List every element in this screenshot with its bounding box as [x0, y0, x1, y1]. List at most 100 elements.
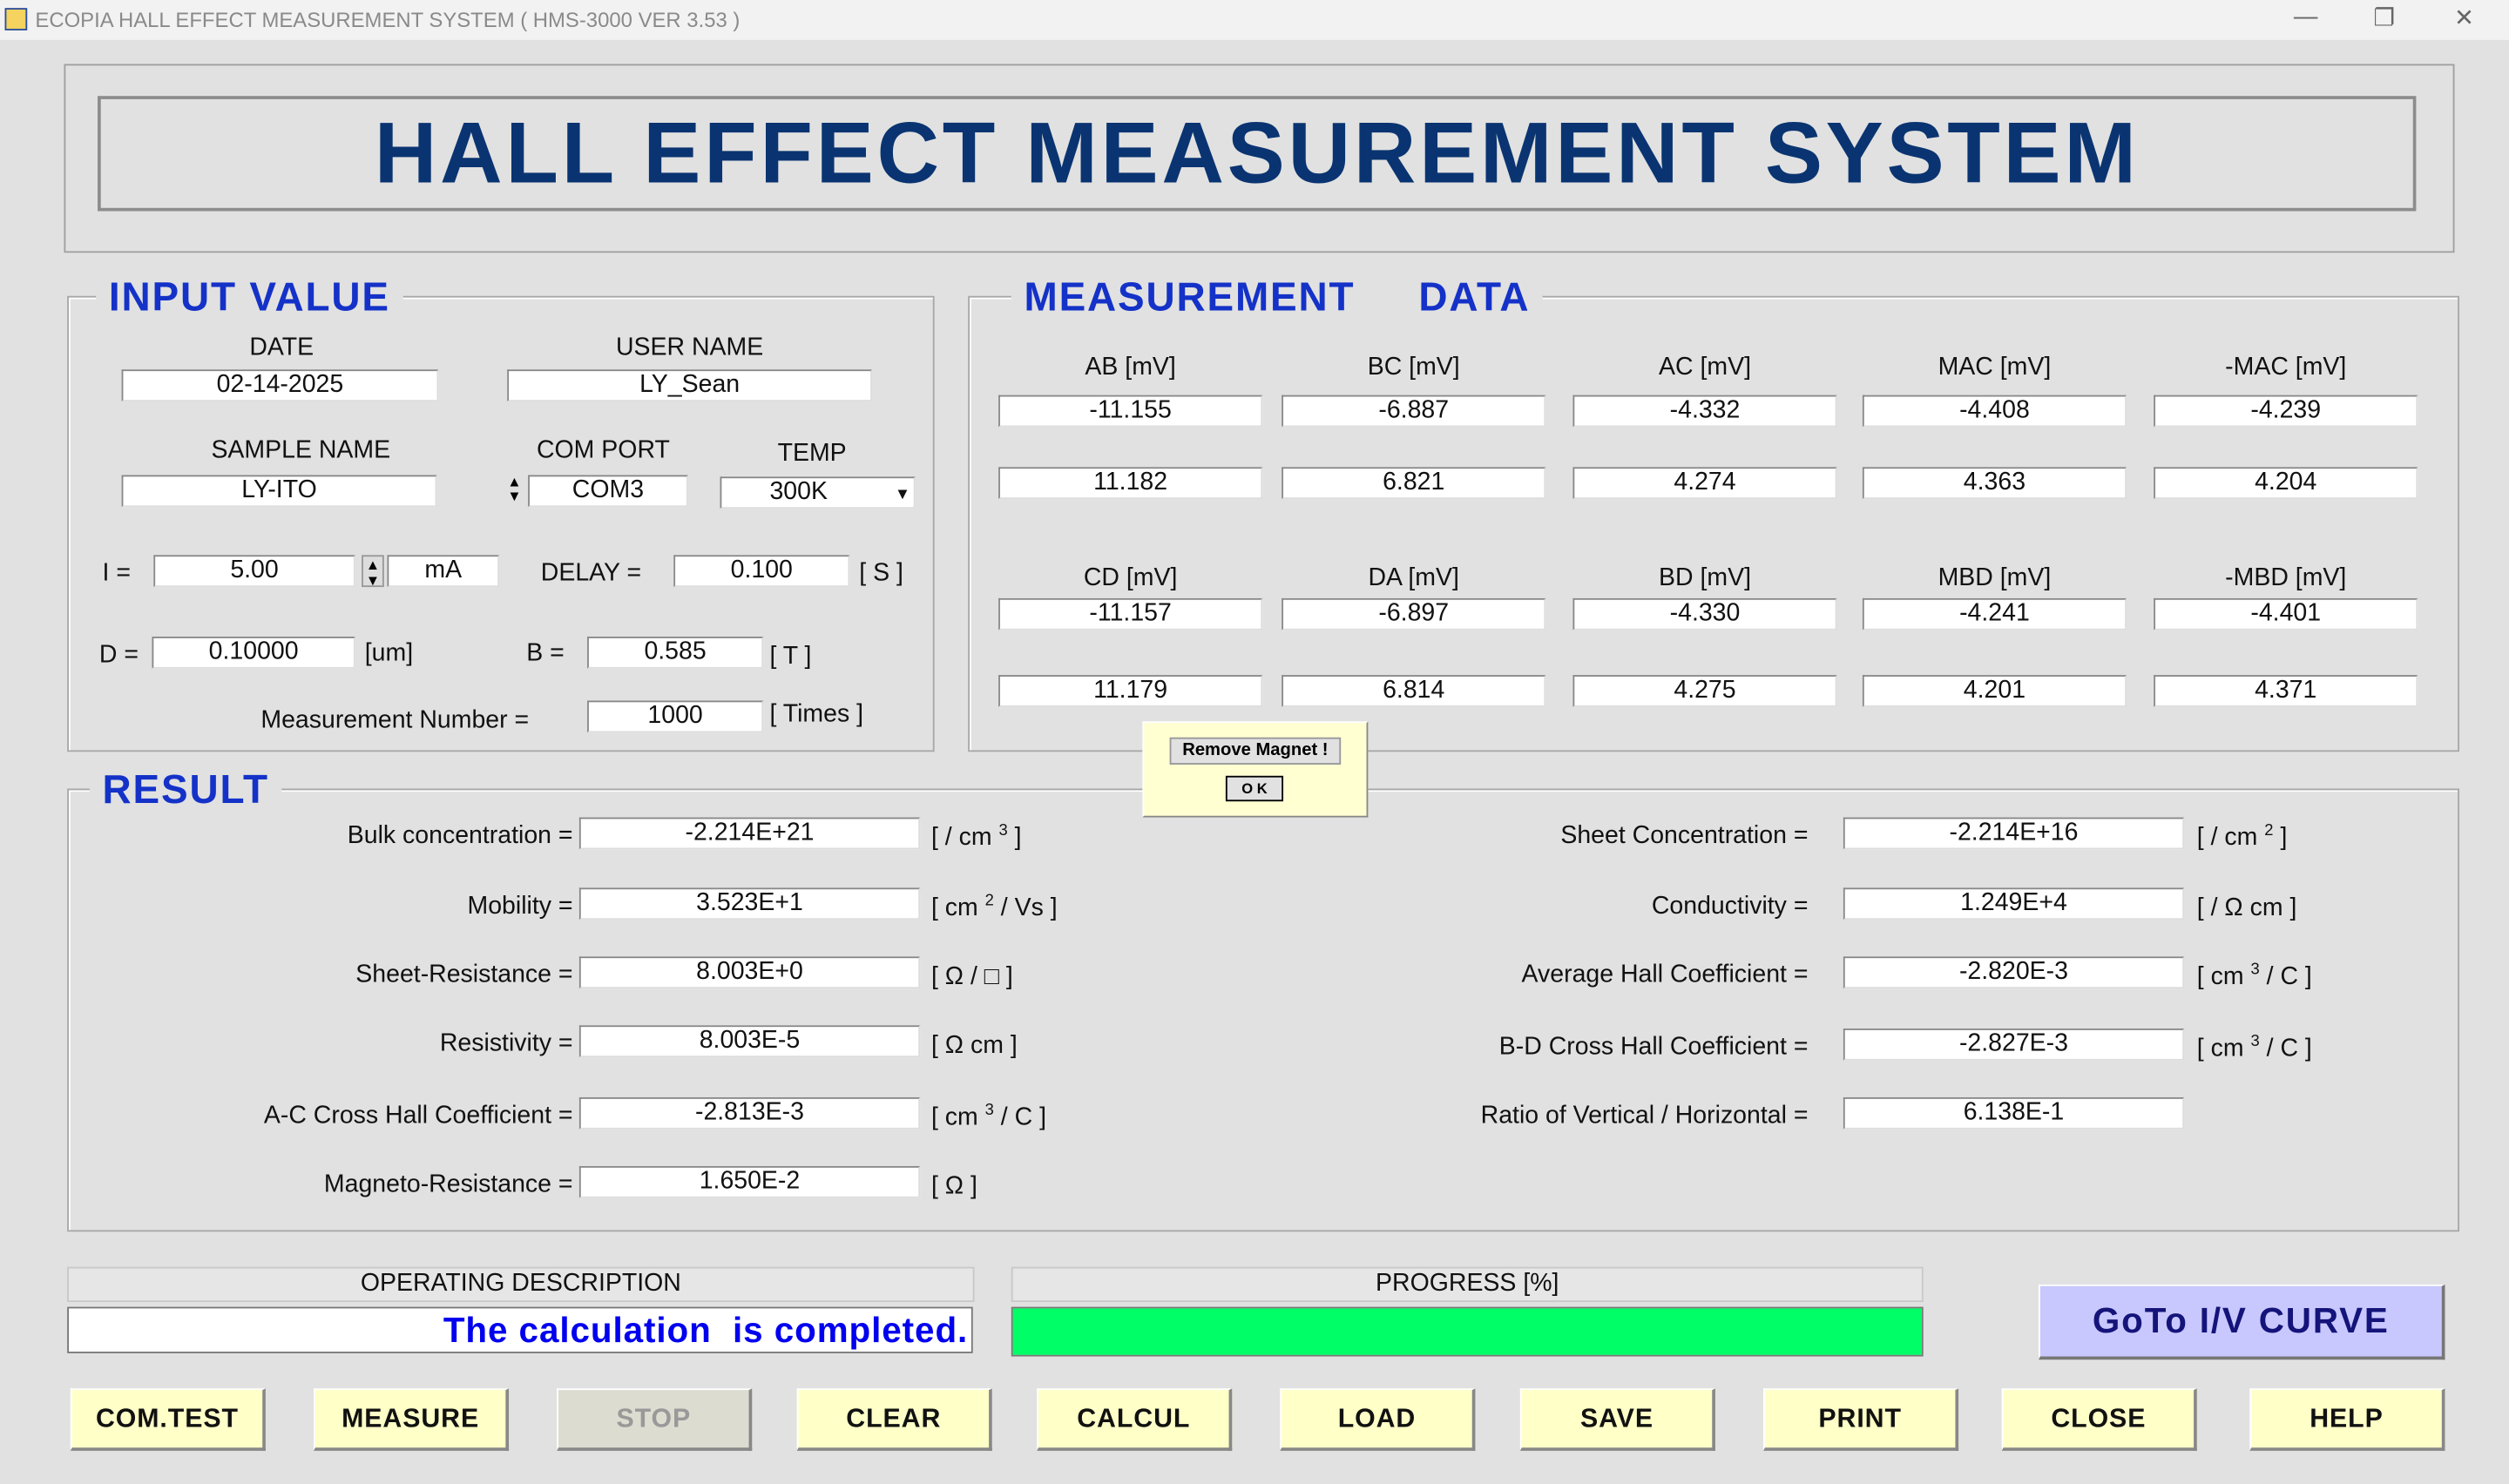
unit-text: [ / cm [930, 824, 992, 852]
stop-button: STOP [557, 1388, 753, 1451]
measurement-value: 11.179 [998, 675, 1263, 707]
user-name-field[interactable]: LY_Sean [507, 369, 873, 402]
com-test-button[interactable]: COM.TEST [70, 1388, 266, 1451]
measurement-value: 4.275 [1572, 675, 1837, 707]
unit-text: [ cm [930, 894, 978, 922]
measurement-header: BD [mV] [1658, 564, 1751, 592]
measurement-header: -MBD [mV] [2225, 564, 2347, 592]
measurement-value: 4.201 [1862, 675, 2127, 707]
dropdown-arrow-icon[interactable]: ▼ [895, 482, 910, 510]
unit-text: [ / cm [2196, 824, 2258, 852]
result-value: -2.820E-3 [1843, 956, 2185, 989]
delay-label: DELAY = [540, 559, 642, 588]
result-label: Sheet Concentration = [1560, 822, 1809, 850]
measurement-value: 11.182 [998, 467, 1263, 500]
result-title: RESULT [89, 767, 282, 814]
measurement-header: BC [mV] [1367, 353, 1460, 381]
unit-text: [ Ω ] [930, 1172, 977, 1200]
print-button[interactable]: PRINT [1763, 1388, 1959, 1451]
unit-exponent: 3 [2250, 1033, 2260, 1051]
close-button[interactable]: CLOSE [2001, 1388, 2197, 1451]
restore-button[interactable]: ❐ [2352, 3, 2416, 36]
operating-description-text: The calculation is completed. [67, 1306, 973, 1353]
unit-text: [ Ω / □ ] [930, 962, 1013, 991]
measurement-value: -6.887 [1282, 395, 1546, 428]
unit-text: [ Ω cm ] [930, 1031, 1018, 1060]
sample-name-label: SAMPLE NAME [211, 436, 391, 464]
result-value: -2.827E-3 [1843, 1028, 2185, 1061]
result-unit: [ cm 3 / C ] [2197, 1034, 2312, 1064]
window-title: ECOPIA HALL EFFECT MEASUREMENT SYSTEM ( … [35, 8, 741, 32]
clear-button[interactable]: CLEAR [796, 1388, 992, 1451]
measurement-number-field[interactable]: 1000 [587, 700, 764, 733]
result-unit: [ cm 3 / C ] [931, 1102, 1046, 1132]
result-label: Mobility = [467, 892, 573, 921]
result-value: 8.003E-5 [578, 1025, 921, 1058]
result-unit: [ cm 3 / C ] [2197, 961, 2312, 992]
measurement-number-unit: [ Times ] [769, 700, 864, 728]
result-label: Bulk concentration = [347, 822, 573, 850]
current-label: I = [102, 559, 132, 588]
magnetic-field-unit: [ T ] [769, 643, 812, 671]
com-port-label: COM PORT [536, 436, 670, 464]
measurement-value: 4.363 [1862, 467, 2127, 500]
unit-text-2: / C ] [2266, 1035, 2312, 1062]
unit-text-2: / C ] [1000, 1103, 1047, 1131]
measurement-header: AC [mV] [1658, 353, 1751, 381]
unit-exponent: 2 [984, 892, 994, 911]
temp-select[interactable]: 300K ▼ [720, 476, 916, 509]
measurement-value: -4.408 [1862, 395, 2127, 428]
temp-value: 300K [769, 478, 828, 506]
com-port-spinner-icon[interactable]: ▲ ▼ [504, 475, 525, 507]
result-label: B-D Cross Hall Coefficient = [1498, 1033, 1809, 1061]
calcul-button[interactable]: CALCUL [1037, 1388, 1233, 1451]
delay-field[interactable]: 0.100 [673, 555, 850, 588]
load-button[interactable]: LOAD [1280, 1388, 1476, 1451]
com-port-field[interactable]: COM3 [528, 475, 688, 508]
measurement-value: 4.371 [2154, 675, 2418, 707]
progress-bar [1011, 1306, 1924, 1357]
current-field[interactable]: 5.00 [153, 555, 355, 588]
dialog-message: Remove Magnet ! [1169, 737, 1342, 765]
date-field[interactable]: 02-14-2025 [121, 369, 439, 402]
goto-iv-curve-button[interactable]: GoTo I/V CURVE [2038, 1284, 2445, 1360]
close-window-button[interactable]: ✕ [2432, 3, 2496, 36]
measure-button[interactable]: MEASURE [313, 1388, 510, 1451]
minimize-button[interactable]: — [2274, 3, 2337, 36]
unit-text: [ cm [930, 1103, 978, 1131]
progress-fill [1012, 1308, 1922, 1355]
measurement-number-label: Measurement Number = [260, 706, 530, 735]
date-label: DATE [249, 334, 314, 362]
result-label: Magneto-Resistance = [323, 1170, 573, 1198]
current-spinner-icon[interactable]: ▲ ▼ [362, 555, 384, 589]
help-button[interactable]: HELP [2249, 1388, 2445, 1451]
remove-magnet-dialog: Remove Magnet ! O K [1142, 721, 1369, 818]
current-unit: mA [387, 555, 500, 588]
measurement-value: 6.814 [1282, 675, 1546, 707]
measurement-header: CD [mV] [1083, 564, 1178, 592]
operating-description-header: OPERATING DESCRIPTION [67, 1266, 975, 1303]
result-unit: [ cm 2 / Vs ] [931, 893, 1058, 923]
measurement-header: -MAC [mV] [2225, 353, 2347, 381]
save-button[interactable]: SAVE [1519, 1388, 1715, 1451]
result-value: 6.138E-1 [1843, 1096, 2185, 1130]
measurement-value: -11.157 [998, 597, 1263, 631]
magnetic-field-field[interactable]: 0.585 [587, 637, 764, 669]
result-label: Conductivity = [1651, 892, 1809, 921]
thickness-field[interactable]: 0.10000 [152, 637, 355, 669]
sample-name-field[interactable]: LY-ITO [121, 475, 437, 508]
result-group [67, 788, 2460, 1232]
input-value-group [67, 295, 935, 752]
magnetic-field-label: B = [526, 639, 565, 667]
result-value: -2.214E+21 [578, 817, 921, 850]
input-value-title: INPUT VALUE [96, 274, 403, 322]
temp-label: TEMP [777, 440, 847, 468]
ok-button[interactable]: O K [1225, 775, 1284, 802]
measurement-value: -6.897 [1282, 597, 1546, 631]
measurement-header: MAC [mV] [1938, 353, 2052, 381]
result-value: 8.003E+0 [578, 956, 921, 989]
measurement-header: AB [mV] [1085, 353, 1176, 381]
measurement-value: -4.332 [1572, 395, 1837, 428]
unit-text-2: / Vs ] [1000, 894, 1058, 922]
measurement-value: 4.204 [2154, 467, 2418, 500]
